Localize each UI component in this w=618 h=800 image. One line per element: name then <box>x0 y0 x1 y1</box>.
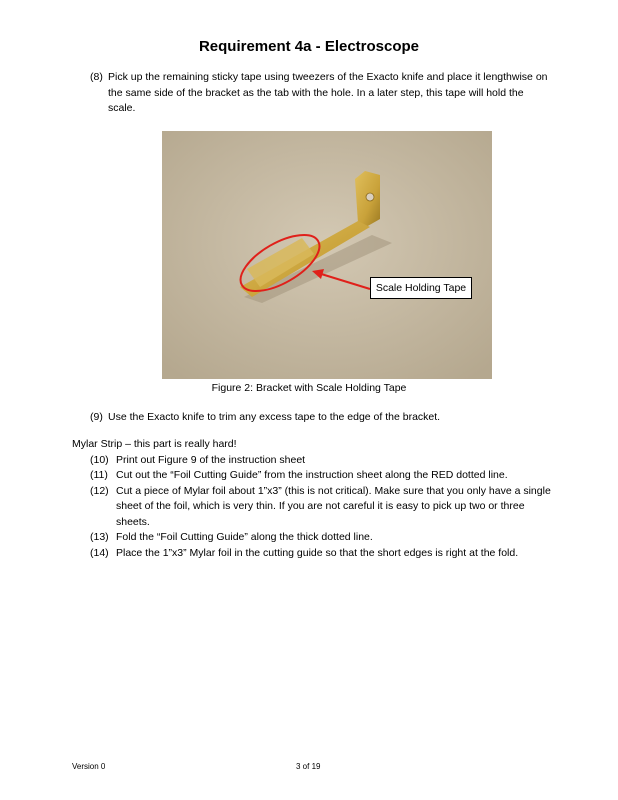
bracket-illustration <box>162 131 492 379</box>
figure-caption: Figure 2: Bracket with Scale Holding Tap… <box>211 382 407 394</box>
step-text-line: Cut a piece of Mylar foil about 1”x3” (t… <box>116 484 551 497</box>
mylar-step: (11) Cut out the “Foil Cutting Guide” fr… <box>90 468 552 484</box>
step-text-line: scale. <box>108 102 136 114</box>
mylar-step: (13) Fold the “Foil Cutting Guide” along… <box>90 530 552 546</box>
step-text-line: Pick up the remaining sticky tape using … <box>108 71 548 83</box>
footer-version: Version 0 <box>72 762 106 771</box>
mylar-heading: Mylar Strip – this part is really hard! <box>72 438 237 450</box>
step-text-line: Fold the “Foil Cutting Guide” along the … <box>116 531 373 543</box>
footer-page-number: 3 of 19 <box>296 762 321 771</box>
step-number: (11) <box>90 469 108 481</box>
mylar-step: (12) Cut a piece of Mylar foil about 1”x… <box>90 484 552 531</box>
mylar-section: Mylar Strip – this part is really hard! … <box>72 437 552 561</box>
step-text-line: Place the 1”x3” Mylar foil in the cuttin… <box>116 546 519 559</box>
step-text-line: sheet of the foil, which is very thin. I… <box>116 500 525 512</box>
step-9: (9) Use the Exacto knife to trim any exc… <box>90 410 550 426</box>
step-text-line: sheets. <box>116 515 150 528</box>
step-number: (14) <box>90 546 109 559</box>
document-page: Requirement 4a - Electroscope (8) Pick u… <box>0 0 618 800</box>
step-text-line: Cut out the “Foil Cutting Guide” from th… <box>116 469 508 481</box>
page-title: Requirement 4a - Electroscope <box>198 38 420 55</box>
scale-holding-tape-callout: Scale Holding Tape <box>370 277 472 299</box>
mylar-step: (14) Place the 1”x3” Mylar foil in the c… <box>90 546 552 562</box>
step-number: (13) <box>90 531 109 543</box>
step-number: (10) <box>90 453 109 466</box>
mylar-step: (10) Print out Figure 9 of the instructi… <box>90 453 552 469</box>
step-number: (9) <box>90 411 103 423</box>
step-number: (12) <box>90 484 109 497</box>
step-8: (8) Pick up the remaining sticky tape us… <box>90 70 550 117</box>
step-text-line: the same side of the bracket as the tab … <box>108 86 524 99</box>
step-text-line: Print out Figure 9 of the instruction sh… <box>116 453 306 466</box>
step-number: (8) <box>90 71 103 83</box>
bracket-photo <box>162 131 492 379</box>
step-text-line: Use the Exacto knife to trim any excess … <box>108 411 441 423</box>
